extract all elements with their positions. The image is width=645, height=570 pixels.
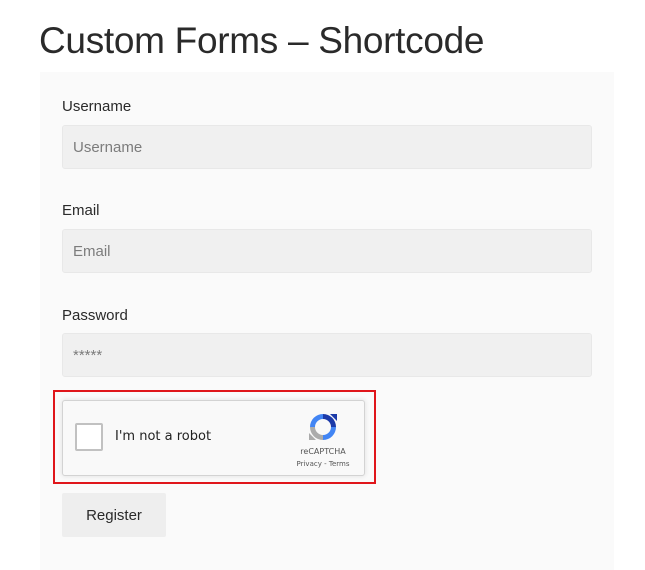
recaptcha-link-separator: - (321, 460, 329, 468)
page-title: Custom Forms – Shortcode (39, 20, 485, 61)
username-input[interactable] (62, 125, 592, 169)
email-label: Email (62, 202, 100, 219)
recaptcha-brand-text: reCAPTCHA (300, 447, 346, 456)
password-label: Password (62, 307, 128, 324)
recaptcha-checkbox[interactable] (75, 423, 103, 451)
email-input[interactable] (62, 229, 592, 273)
register-button[interactable]: Register (62, 493, 166, 537)
username-label: Username (62, 98, 132, 115)
password-input[interactable] (62, 333, 592, 377)
recaptcha-links: Privacy - Terms (285, 460, 361, 468)
recaptcha-checkbox-label: I'm not a robot (115, 429, 212, 444)
page: Custom Forms – Shortcode Username Email … (0, 0, 645, 570)
recaptcha-logo-icon (309, 414, 337, 440)
registration-form: Username Email Password I'm not a robot … (40, 72, 614, 570)
recaptcha-terms-link[interactable]: Terms (329, 460, 350, 468)
recaptcha-widget: I'm not a robot reCAPTCHA Privacy - Term… (62, 400, 365, 476)
recaptcha-privacy-link[interactable]: Privacy (297, 460, 322, 468)
